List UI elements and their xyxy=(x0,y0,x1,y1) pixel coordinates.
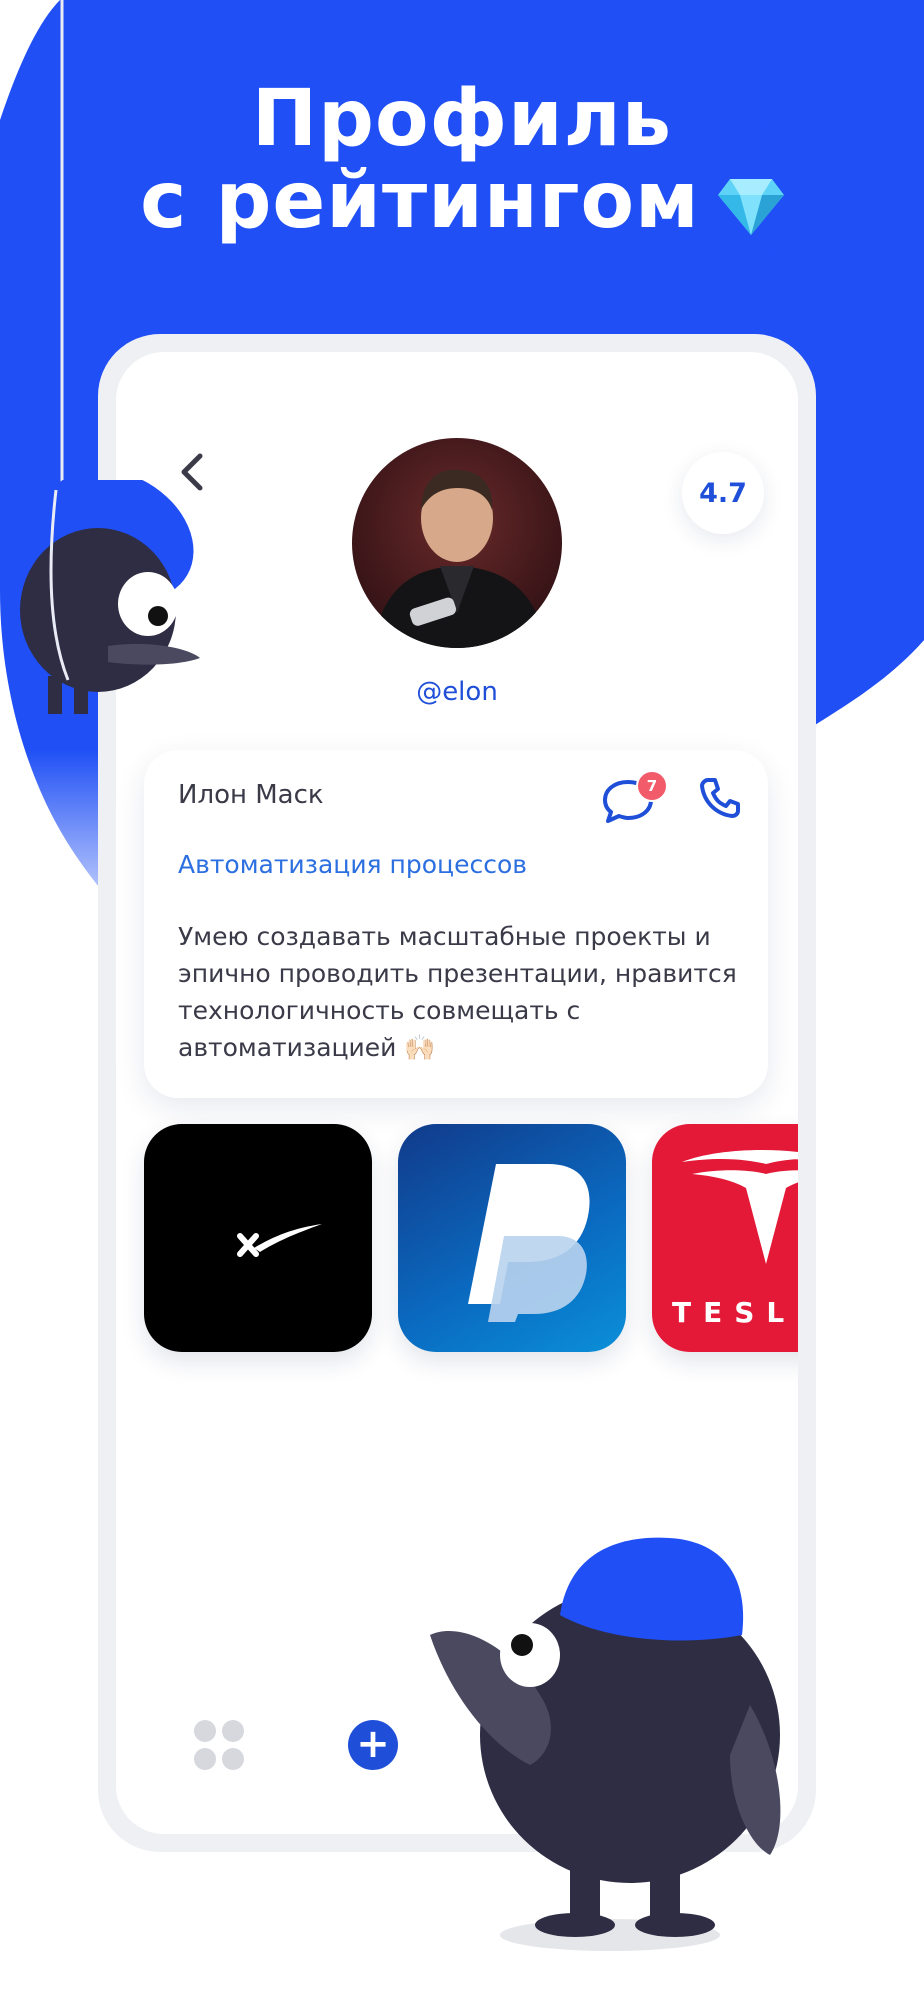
company-tile-spacex[interactable] xyxy=(144,1124,372,1352)
spacex-logo-icon xyxy=(237,1224,322,1257)
messages-badge: 7 xyxy=(636,770,668,802)
headline-line-2: с рейтингом xyxy=(0,160,924,242)
headline-line-1: Профиль xyxy=(251,74,673,164)
username[interactable]: @elon xyxy=(116,677,798,707)
company-tile-paypal[interactable] xyxy=(398,1124,626,1352)
mascot-character-icon xyxy=(430,1537,781,1951)
mascot-hanging-icon xyxy=(20,480,200,714)
profile-card: Илон Маск 7 Автоматизация процессов Умею… xyxy=(144,750,768,1098)
avatar-photo xyxy=(352,438,562,648)
rating-badge: 4.7 xyxy=(682,452,764,534)
add-button[interactable]: + xyxy=(348,1720,398,1770)
avatar xyxy=(352,438,562,648)
tesla-logo-icon: TESL xyxy=(672,1150,798,1329)
apps-grid-icon[interactable] xyxy=(192,1718,246,1772)
diamond-icon xyxy=(717,178,784,235)
tesla-wordmark: TESL xyxy=(672,1296,796,1329)
headline: Профиль с рейтингом xyxy=(0,78,924,242)
company-tile-tesla[interactable]: TESL xyxy=(652,1124,798,1352)
paypal-logo-icon xyxy=(468,1164,590,1322)
profile-name: Илон Маск xyxy=(178,780,324,810)
profile-bio: Умею создавать масштабные проекты и эпич… xyxy=(178,922,737,1062)
hanging-rope xyxy=(60,0,64,560)
profile-role[interactable]: Автоматизация процессов xyxy=(178,850,527,879)
phone-call-icon[interactable] xyxy=(698,776,742,820)
